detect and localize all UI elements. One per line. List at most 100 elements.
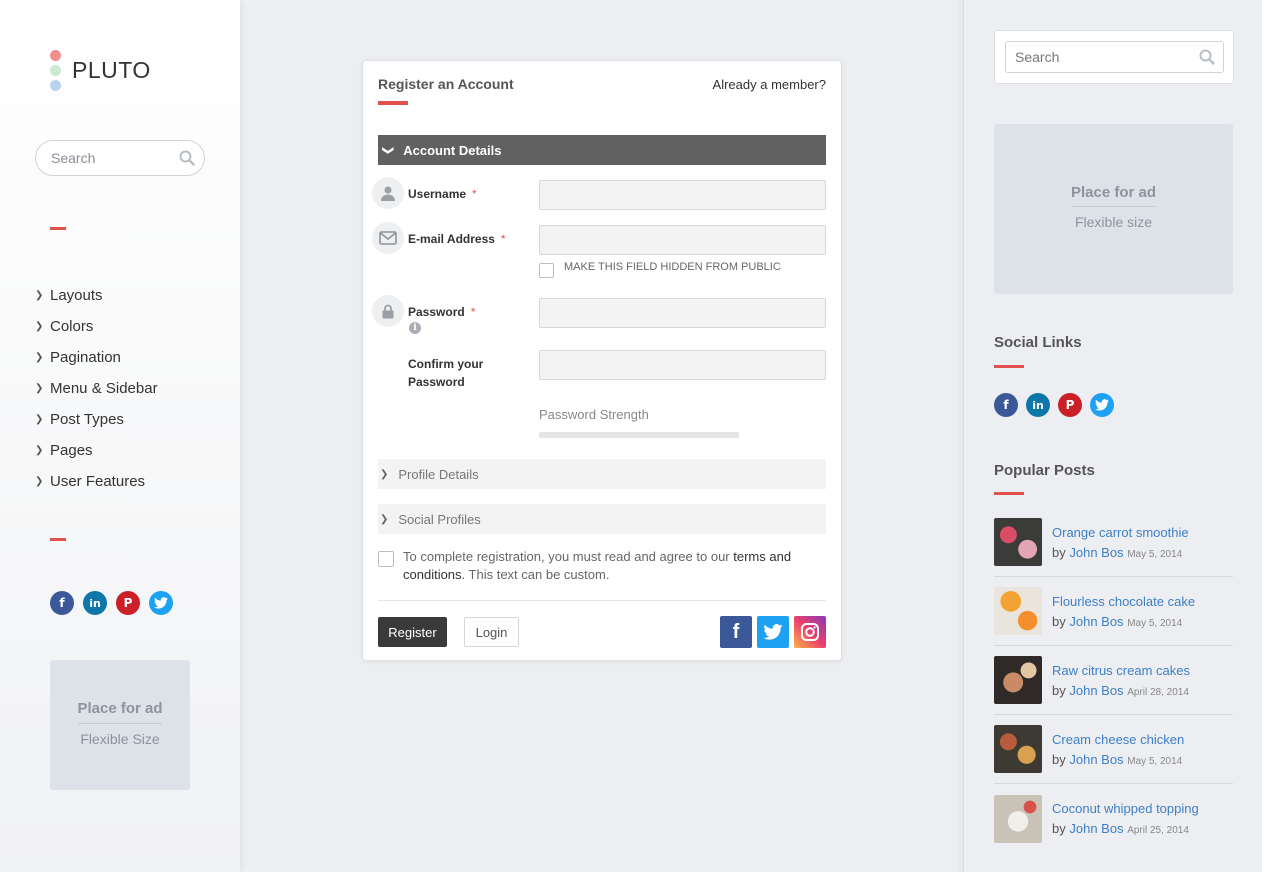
password-label: Password *	[408, 305, 476, 319]
chevron-right-icon: ❯	[380, 513, 389, 525]
info-icon[interactable]: i	[409, 322, 421, 334]
section-divider	[50, 538, 66, 541]
logo[interactable]: PLUTO	[50, 50, 151, 91]
ad-placeholder-left[interactable]: Place for ad Flexible Size	[50, 660, 190, 790]
post-meta: by John Bos May 5, 2014	[1052, 544, 1183, 560]
popular-posts-heading: Popular Posts	[994, 462, 1095, 479]
chevron-right-icon: ❯	[380, 468, 389, 480]
chevron-down-icon: ❯	[382, 145, 395, 155]
instagram-login-icon[interactable]	[794, 616, 826, 648]
left-search-input[interactable]	[51, 150, 171, 166]
chevron-right-icon: ❯	[35, 414, 44, 425]
nav-item-post-types[interactable]: ❯ Post Types	[35, 404, 158, 435]
chevron-right-icon: ❯	[35, 476, 44, 487]
post-date: April 25, 2014	[1127, 825, 1189, 836]
post-date: May 5, 2014	[1127, 755, 1183, 767]
linkedin-icon[interactable]: in	[83, 591, 107, 615]
terms-checkbox[interactable]	[378, 551, 394, 567]
nav-item-menu-sidebar[interactable]: ❯ Menu & Sidebar	[35, 373, 158, 404]
social-profiles-section-header[interactable]: ❯ Social Profiles	[378, 504, 826, 534]
profile-details-section-header[interactable]: ❯ Profile Details	[378, 459, 826, 489]
ad-divider	[78, 723, 162, 724]
already-member-link[interactable]: Already a member?	[713, 77, 826, 92]
ad-title: Place for ad	[77, 700, 163, 717]
chevron-right-icon: ❯	[35, 445, 44, 456]
username-input[interactable]	[539, 180, 826, 210]
left-social-links: f in P	[50, 591, 173, 615]
post-author[interactable]: John Bos	[1069, 614, 1123, 629]
terms-text: To complete registration, you must read …	[403, 549, 792, 582]
twitter-login-icon[interactable]	[757, 616, 789, 648]
post-thumbnail[interactable]	[994, 518, 1042, 566]
post-author[interactable]: John Bos	[1069, 683, 1123, 698]
title-underline	[378, 101, 408, 105]
heading-underline	[994, 365, 1024, 368]
post-meta: by John Bos May 5, 2014	[1052, 751, 1183, 767]
post-item: Coconut whipped topping by John Bos Apri…	[994, 784, 1233, 853]
nav-item-pagination[interactable]: ❯ Pagination	[35, 342, 158, 373]
left-search	[35, 140, 205, 176]
post-item: Flourless chocolate cake by John Bos May…	[994, 577, 1233, 646]
logo-dots	[50, 50, 61, 91]
search-icon[interactable]	[179, 150, 195, 171]
ad-subtitle: Flexible size	[1074, 214, 1153, 230]
chevron-right-icon: ❯	[35, 383, 44, 394]
post-thumbnail[interactable]	[994, 794, 1042, 843]
hide-email-checkbox[interactable]	[539, 263, 554, 278]
pinterest-icon[interactable]: P	[1058, 393, 1082, 417]
post-author[interactable]: John Bos	[1069, 545, 1123, 560]
post-title[interactable]: Flourless chocolate cake	[1052, 594, 1195, 609]
post-item: Raw citrus cream cakes by John Bos April…	[994, 646, 1233, 715]
post-author[interactable]: John Bos	[1069, 752, 1123, 767]
post-title[interactable]: Orange carrot smoothie	[1052, 525, 1189, 540]
post-item: Orange carrot smoothie by John Bos May 5…	[994, 508, 1233, 577]
post-meta: by John Bos April 28, 2014	[1052, 682, 1189, 698]
nav-item-user-features[interactable]: ❯ User Features	[35, 466, 158, 497]
post-thumbnail[interactable]	[994, 587, 1042, 635]
facebook-login-icon[interactable]: f	[720, 616, 752, 648]
post-title[interactable]: Coconut whipped topping	[1052, 801, 1199, 816]
right-search-input[interactable]	[1015, 49, 1185, 65]
twitter-icon[interactable]	[149, 591, 173, 615]
facebook-icon[interactable]: f	[994, 393, 1018, 417]
search-icon[interactable]	[1199, 49, 1215, 70]
post-date: April 28, 2014	[1127, 686, 1189, 698]
nav-item-pages[interactable]: ❯ Pages	[35, 435, 158, 466]
post-thumbnail[interactable]	[994, 656, 1042, 704]
email-label: E-mail Address *	[408, 232, 506, 246]
pinterest-icon[interactable]: P	[116, 591, 140, 615]
register-button[interactable]: Register	[378, 617, 447, 647]
form-divider	[378, 600, 826, 601]
post-title[interactable]: Cream cheese chicken	[1052, 732, 1184, 747]
nav-item-layouts[interactable]: ❯ Layouts	[35, 280, 158, 311]
password-strength-label: Password Strength	[539, 407, 649, 422]
confirm-password-input[interactable]	[539, 350, 826, 380]
chevron-right-icon: ❯	[35, 290, 44, 301]
ad-divider	[1071, 206, 1156, 207]
password-input[interactable]	[539, 298, 826, 328]
nav-item-colors[interactable]: ❯ Colors	[35, 311, 158, 342]
hide-email-label: MAKE THIS FIELD HIDDEN FROM PUBLIC	[564, 261, 781, 273]
account-details-section-header[interactable]: ❯ Account Details	[378, 135, 826, 165]
user-icon	[372, 177, 404, 209]
linkedin-icon[interactable]: in	[1026, 393, 1050, 417]
login-button[interactable]: Login	[464, 617, 519, 647]
form-title: Register an Account	[378, 76, 514, 92]
left-nav: ❯ Layouts ❯ Colors ❯ Pagination ❯ Menu & Sid…	[35, 280, 158, 497]
email-input[interactable]	[539, 225, 826, 255]
twitter-icon[interactable]	[1090, 393, 1114, 417]
post-title[interactable]: Raw citrus cream cakes	[1052, 663, 1190, 678]
confirm-password-label: Confirm your Password	[408, 357, 484, 389]
facebook-icon[interactable]: f	[50, 591, 74, 615]
post-date: May 5, 2014	[1127, 617, 1183, 629]
username-label: Username *	[408, 187, 477, 201]
post-meta: by John Bos May 5, 2014	[1052, 613, 1183, 629]
right-search-widget	[994, 30, 1234, 84]
password-strength-bar	[539, 432, 739, 438]
post-meta: by John Bos April 25, 2014	[1052, 821, 1189, 836]
ad-placeholder-right[interactable]: Place for ad Flexible size	[994, 124, 1233, 294]
post-author[interactable]: John Bos	[1069, 821, 1123, 836]
logo-text: PLUTO	[72, 57, 151, 83]
post-thumbnail[interactable]	[994, 725, 1042, 773]
register-card: Register an Account Already a member? ❯ …	[362, 60, 842, 661]
